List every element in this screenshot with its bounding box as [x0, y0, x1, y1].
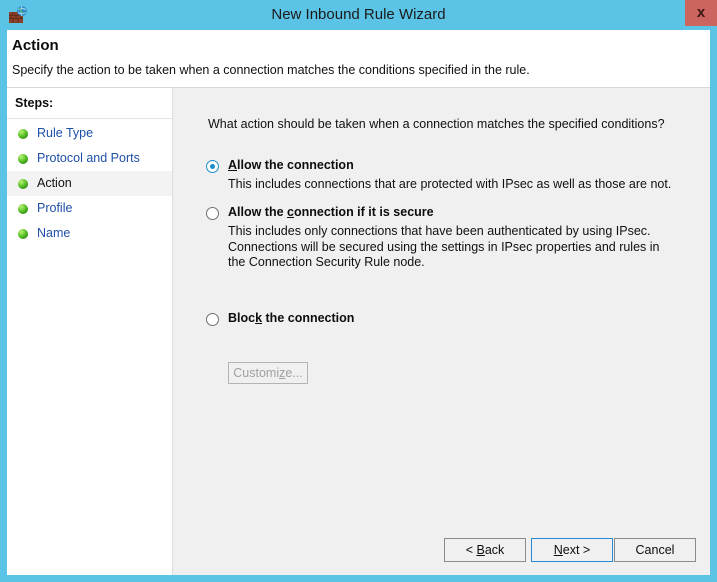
content-pane: What action should be taken when a conne…	[173, 88, 710, 575]
window-title: New Inbound Rule Wizard	[271, 6, 446, 23]
sidebar-item-name[interactable]: Name	[7, 221, 172, 246]
sidebar-item-protocol-and-ports[interactable]: Protocol and Ports	[7, 146, 172, 171]
step-bullet-icon	[18, 154, 28, 164]
option-label-allow-the-connection[interactable]: Allow the connection	[228, 158, 354, 172]
step-bullet-icon	[18, 204, 28, 214]
title-bar: New Inbound Rule Wizard x	[0, 0, 717, 30]
next-button[interactable]: Next >	[531, 538, 613, 562]
accelerator-key: A	[228, 158, 238, 172]
option-label-allow-if-secure[interactable]: Allow the connection if it is secure	[228, 205, 434, 219]
step-bullet-icon	[18, 229, 28, 239]
steps-heading: Steps:	[15, 96, 54, 110]
accelerator-key: c	[287, 205, 294, 219]
back-button[interactable]: < Back	[444, 538, 526, 562]
close-button[interactable]: x	[685, 0, 717, 26]
header-band: Action Specify the action to be taken wh…	[7, 30, 710, 87]
radio-allow-the-connection-if-it-is-secure[interactable]	[206, 207, 219, 220]
radio-allow-the-connection[interactable]	[206, 160, 219, 173]
accelerator-key: B	[476, 543, 485, 557]
sidebar-item-label: Protocol and Ports	[37, 151, 140, 165]
steps-heading-divider	[7, 118, 172, 119]
page-subtitle: Specify the action to be taken when a co…	[12, 63, 530, 77]
sidebar-item-label: Profile	[37, 201, 73, 215]
sidebar-item-label: Name	[37, 226, 71, 240]
sidebar-item-profile[interactable]: Profile	[7, 196, 172, 221]
sidebar-item-label: Rule Type	[37, 126, 94, 140]
sidebar-item-rule-type[interactable]: Rule Type	[7, 121, 172, 146]
accelerator-key: k	[255, 311, 263, 325]
option-description: This includes connections that are prote…	[228, 177, 672, 191]
steps-list: Rule Type Protocol and Ports Action Prof…	[7, 121, 172, 246]
option-description: This includes only connections that have…	[228, 224, 660, 269]
sidebar-item-action[interactable]: Action	[7, 171, 172, 196]
cancel-button[interactable]: Cancel	[614, 538, 696, 562]
accelerator-key: N	[553, 543, 563, 557]
sidebar-item-label: Action	[37, 176, 72, 190]
wizard-window: New Inbound Rule Wizard x Action Specify…	[0, 0, 717, 582]
action-question: What action should be taken when a conne…	[208, 117, 665, 131]
step-bullet-icon	[18, 129, 28, 139]
page-title: Action	[12, 37, 59, 54]
customize-button[interactable]: Customize...	[228, 362, 308, 384]
option-label-block-the-connection[interactable]: Block the connection	[228, 311, 354, 325]
step-bullet-icon	[18, 179, 28, 189]
steps-sidebar: Steps: Rule Type Protocol and Ports Acti…	[7, 88, 173, 575]
radio-block-the-connection[interactable]	[206, 313, 219, 326]
